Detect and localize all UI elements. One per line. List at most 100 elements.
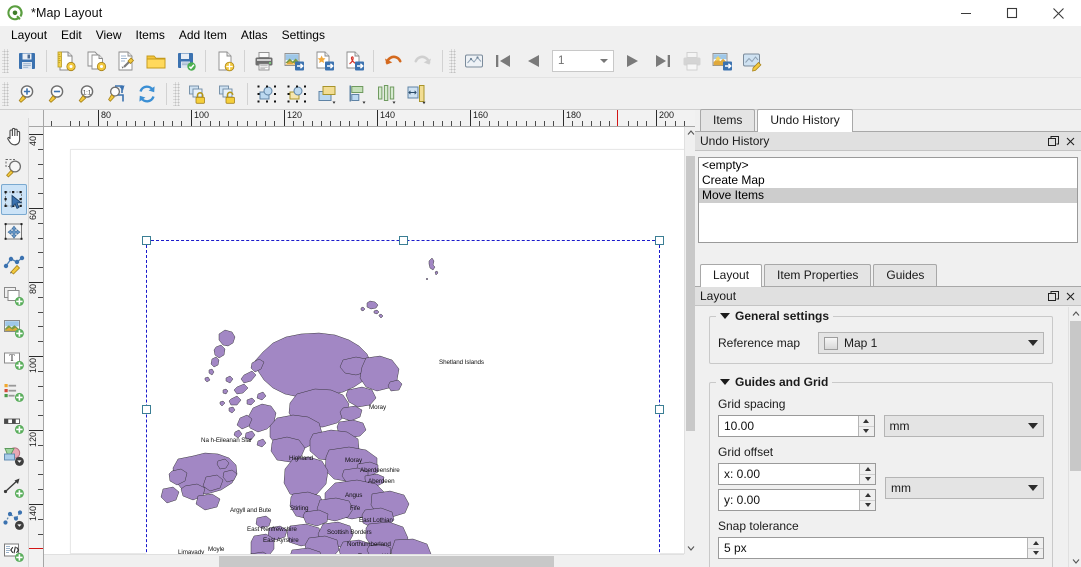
menu-view[interactable]: View — [89, 26, 129, 44]
snap-tolerance-stepper[interactable] — [1027, 538, 1043, 558]
undo-history-item[interactable]: <empty> — [699, 158, 1077, 173]
grid-offset-x-input[interactable]: x: 0.00 — [718, 463, 876, 485]
export-pdf-icon[interactable] — [339, 47, 369, 75]
stepper-down-icon[interactable] — [860, 475, 875, 485]
group-items-icon[interactable] — [252, 81, 282, 107]
tab-layout[interactable]: Layout — [700, 264, 763, 287]
guides-and-grid-header[interactable]: Guides and Grid — [716, 375, 833, 389]
canvas-horizontal-scroll-thumb[interactable] — [219, 556, 554, 567]
lock-items-icon[interactable] — [183, 81, 213, 107]
tab-guides[interactable]: Guides — [873, 264, 938, 286]
close-button[interactable] — [1035, 0, 1081, 26]
stepper-up-icon[interactable] — [858, 416, 874, 427]
atlas-first-feature-icon[interactable] — [489, 47, 519, 75]
menu-edit[interactable]: Edit — [54, 26, 89, 44]
tab-items[interactable]: Items — [700, 109, 756, 131]
close-panel-icon[interactable] — [1066, 137, 1075, 146]
resize-handle-middle-right[interactable] — [655, 405, 664, 414]
open-template-icon[interactable] — [141, 47, 171, 75]
layout-canvas[interactable]: Shetland Islands Moray Na h-Eileanan Sia… — [44, 127, 684, 554]
align-items-icon[interactable] — [342, 81, 372, 107]
new-report-icon[interactable] — [210, 47, 240, 75]
zoom-in-icon[interactable] — [12, 81, 42, 107]
atlas-previous-feature-icon[interactable] — [519, 47, 549, 75]
atlas-next-feature-icon[interactable] — [617, 47, 647, 75]
add-node-item-tool[interactable] — [1, 504, 27, 535]
export-svg-icon[interactable] — [309, 47, 339, 75]
refresh-view-icon[interactable] — [132, 81, 162, 107]
minimize-button[interactable] — [943, 0, 989, 26]
add-map-tool[interactable] — [1, 280, 27, 311]
distribute-items-icon[interactable] — [372, 81, 402, 107]
map-item-map-1[interactable]: Shetland Islands Moray Na h-Eileanan Sia… — [142, 236, 664, 554]
zoom-full-icon[interactable]: 1:1 — [72, 81, 102, 107]
duplicate-layout-icon[interactable] — [81, 47, 111, 75]
menu-settings[interactable]: Settings — [275, 26, 332, 44]
float-panel-icon[interactable] — [1048, 135, 1059, 147]
resize-handle-top-right[interactable] — [655, 236, 664, 245]
grid-spacing-stepper[interactable] — [857, 416, 874, 437]
atlas-print-icon[interactable] — [677, 47, 707, 75]
undo-history-item-current[interactable]: Move Items — [699, 188, 1077, 203]
navigation-toolbar-grip[interactable] — [2, 81, 9, 106]
atlas-settings-icon[interactable] — [459, 47, 489, 75]
new-layout-icon[interactable] — [51, 47, 81, 75]
grid-offset-x-stepper[interactable] — [859, 464, 875, 484]
add-scalebar-tool[interactable] — [1, 408, 27, 439]
menu-items[interactable]: Items — [129, 26, 172, 44]
atlas-export-image-icon[interactable] — [707, 47, 737, 75]
menu-layout[interactable]: Layout — [4, 26, 54, 44]
toolbar-grip[interactable] — [2, 48, 9, 73]
export-image-icon[interactable] — [279, 47, 309, 75]
undo-history-list[interactable]: <empty> Create Map Move Items — [698, 157, 1078, 243]
stepper-up-icon[interactable] — [1028, 538, 1043, 549]
add-picture-tool[interactable] — [1, 312, 27, 343]
vertical-ruler[interactable]: 40 60 80 100 120 140 — [29, 127, 44, 567]
atlas-toolbar-grip[interactable] — [449, 48, 456, 73]
save-project-icon[interactable] — [12, 47, 42, 75]
move-item-content-tool[interactable] — [1, 216, 27, 247]
zoom-to-extent-icon[interactable] — [102, 81, 132, 107]
stepper-down-icon[interactable] — [859, 427, 874, 437]
layout-panel-scroll-thumb[interactable] — [1070, 321, 1081, 471]
collapse-triangle-icon[interactable] — [720, 313, 730, 319]
stepper-up-icon[interactable] — [860, 464, 875, 475]
stepper-down-icon[interactable] — [1028, 549, 1043, 559]
float-panel-icon[interactable] — [1048, 290, 1059, 302]
canvas-vertical-scrollbar[interactable] — [684, 127, 695, 554]
grid-offset-y-input[interactable]: y: 0.00 — [718, 489, 876, 511]
undo-icon[interactable] — [378, 47, 408, 75]
menu-add-item[interactable]: Add Item — [172, 26, 234, 44]
grid-spacing-unit-combo[interactable]: mm — [883, 415, 1044, 437]
horizontal-ruler[interactable]: 80 100 120 140 160 180 200 220 — [44, 110, 695, 127]
resize-handle-top-center[interactable] — [399, 236, 408, 245]
canvas-horizontal-scrollbar[interactable] — [44, 554, 684, 567]
select-move-item-tool[interactable] — [1, 184, 27, 215]
resize-items-icon[interactable] — [402, 81, 432, 107]
resize-handle-top-left[interactable] — [142, 236, 151, 245]
unlock-items-icon[interactable] — [213, 81, 243, 107]
undo-history-item[interactable]: Create Map — [699, 173, 1077, 188]
snap-tolerance-input[interactable]: 5 px — [718, 537, 1044, 559]
menu-atlas[interactable]: Atlas — [234, 26, 275, 44]
redo-icon[interactable] — [408, 47, 438, 75]
grid-offset-unit-combo[interactable]: mm — [885, 477, 1044, 499]
add-html-tool[interactable] — [1, 536, 27, 567]
item-toolbar-grip[interactable] — [173, 81, 180, 106]
ungroup-items-icon[interactable] — [282, 81, 312, 107]
add-arrow-tool[interactable] — [1, 472, 27, 503]
add-legend-tool[interactable] — [1, 376, 27, 407]
atlas-preview-icon[interactable] — [737, 47, 767, 75]
print-icon[interactable] — [249, 47, 279, 75]
stepper-up-icon[interactable] — [860, 490, 875, 501]
tab-undo-history[interactable]: Undo History — [757, 109, 853, 132]
scroll-down-arrow-icon[interactable] — [1069, 554, 1081, 567]
scroll-up-arrow-icon[interactable] — [1069, 307, 1081, 320]
layout-page[interactable]: Shetland Islands Moray Na h-Eileanan Sia… — [70, 149, 684, 554]
atlas-page-combo[interactable]: 1 — [552, 49, 614, 72]
general-settings-header[interactable]: General settings — [716, 309, 834, 323]
add-label-tool[interactable]: T — [1, 344, 27, 375]
zoom-out-icon[interactable] — [42, 81, 72, 107]
stepper-down-icon[interactable] — [860, 501, 875, 511]
resize-handle-middle-left[interactable] — [142, 405, 151, 414]
